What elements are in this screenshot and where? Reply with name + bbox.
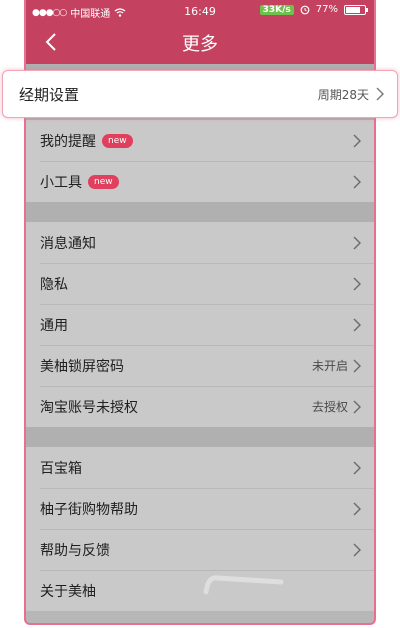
group-settings: 消息通知 隐私 通用 美柚锁屏密码 未开启 淘宝账号未授权 去授权: [26, 222, 374, 427]
chevron-right-icon: [353, 359, 361, 372]
status-bar: ●●●○○ 中国联通 16:49 33K/s 77%: [26, 0, 374, 22]
row-my-reminders[interactable]: 我的提醒 new: [26, 120, 374, 161]
chevron-right-icon: [353, 134, 361, 147]
battery-percent: 77%: [315, 4, 338, 15]
chevron-right-icon: [353, 461, 361, 474]
row-label: 小工具: [40, 174, 82, 191]
row-period-settings[interactable]: 经期设置 周期28天: [2, 70, 398, 118]
row-value: 未开启: [311, 359, 348, 373]
row-lock-password[interactable]: 美柚锁屏密码 未开启: [26, 345, 374, 386]
alarm-icon: [300, 5, 310, 14]
group-gap: [26, 427, 374, 447]
row-value: 周期28天: [317, 87, 369, 102]
new-badge: new: [88, 174, 119, 189]
chevron-right-icon: [353, 175, 361, 188]
row-tools[interactable]: 小工具 new: [26, 161, 374, 202]
chevron-right-icon: [353, 543, 361, 556]
chevron-right-icon: [353, 502, 361, 515]
row-label: 经期设置: [19, 85, 80, 104]
nav-bar: 更多: [26, 22, 374, 64]
row-label: 我的提醒: [40, 133, 96, 150]
group-reminders: 我的提醒 new 小工具 new: [26, 120, 374, 202]
settings-list: 我的提醒 new 小工具 new 消息通知 隐私 通用 美柚锁屏密码 未开启 淘…: [26, 64, 374, 623]
row-privacy[interactable]: 隐私: [26, 263, 374, 304]
row-label: 通用: [40, 317, 68, 334]
row-help-feedback[interactable]: 帮助与反馈: [26, 529, 374, 570]
swipe-gesture-icon: [203, 575, 284, 595]
row-label: 淘宝账号未授权: [40, 399, 138, 416]
row-label: 柚子街购物帮助: [40, 501, 138, 518]
page-title: 更多: [182, 34, 218, 55]
row-shopping-help[interactable]: 柚子街购物帮助: [26, 488, 374, 529]
row-general[interactable]: 通用: [26, 304, 374, 345]
new-badge: new: [102, 133, 133, 148]
battery-icon: [344, 4, 368, 15]
chevron-right-icon: [353, 236, 361, 249]
group-gap: [26, 202, 374, 222]
row-value: 去授权: [311, 400, 348, 414]
row-taobao-auth[interactable]: 淘宝账号未授权 去授权: [26, 386, 374, 427]
row-label: 消息通知: [40, 235, 96, 252]
row-label: 百宝箱: [40, 460, 82, 477]
row-label: 美柚锁屏密码: [40, 358, 124, 375]
row-message-notify[interactable]: 消息通知: [26, 222, 374, 263]
status-right: 33K/s 77%: [259, 4, 368, 15]
header: ●●●○○ 中国联通 16:49 33K/s 77% 更多: [26, 0, 374, 64]
row-label: 关于美柚: [40, 583, 96, 600]
network-speed: 33K/s: [259, 4, 294, 15]
battery-fill: [346, 6, 360, 13]
row-treasure-box[interactable]: 百宝箱: [26, 447, 374, 488]
row-label: 隐私: [40, 276, 68, 293]
chevron-right-icon: [376, 87, 384, 101]
chevron-right-icon: [353, 400, 361, 413]
chevron-right-icon: [353, 277, 361, 290]
row-label: 帮助与反馈: [40, 542, 110, 559]
chevron-right-icon: [353, 318, 361, 331]
